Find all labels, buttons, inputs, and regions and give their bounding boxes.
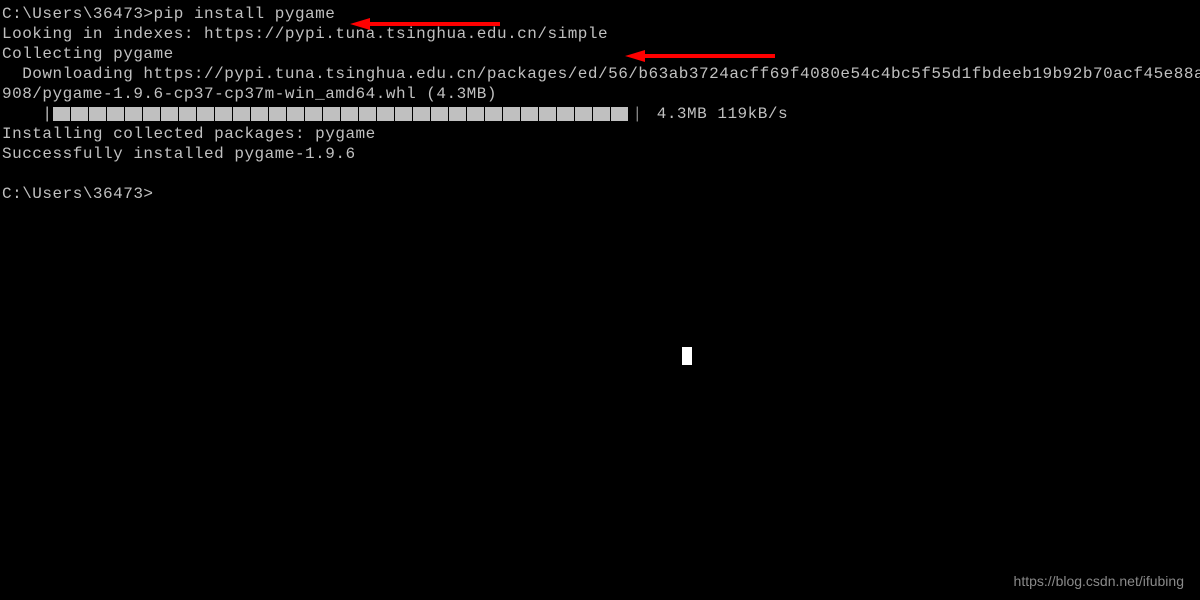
progress-block	[539, 107, 556, 121]
prompt-line-1: C:\Users\36473>pip install pygame	[2, 4, 1198, 24]
cursor-icon	[682, 347, 692, 365]
progress-block	[593, 107, 610, 121]
progress-block	[143, 107, 160, 121]
progress-block	[251, 107, 268, 121]
progress-block	[179, 107, 196, 121]
progress-block	[125, 107, 142, 121]
progress-block	[467, 107, 484, 121]
progress-block	[485, 107, 502, 121]
progress-block	[161, 107, 178, 121]
progress-block	[287, 107, 304, 121]
prompt-1: C:\Users\36473>	[2, 5, 154, 23]
prompt-line-2: C:\Users\36473>	[2, 184, 1198, 204]
progress-block	[305, 107, 322, 121]
progress-block	[269, 107, 286, 121]
progress-block	[359, 107, 376, 121]
progress-block	[197, 107, 214, 121]
collecting-line: Collecting pygame	[2, 44, 1198, 64]
progress-block	[431, 107, 448, 121]
progress-block	[575, 107, 592, 121]
download-line-2: 908/pygame-1.9.6-cp37-cp37m-win_amd64.wh…	[2, 84, 1198, 104]
progress-block	[53, 107, 70, 121]
prompt-2: C:\Users\36473>	[2, 185, 154, 203]
success-line: Successfully installed pygame-1.9.6	[2, 144, 1198, 164]
progress-block	[341, 107, 358, 121]
progress-block	[413, 107, 430, 121]
progress-block	[89, 107, 106, 121]
progress-indent: |	[2, 104, 53, 124]
progress-row: | | 4.3MB 119kB/s	[2, 104, 1198, 124]
progress-block	[503, 107, 520, 121]
progress-sep: |	[633, 104, 643, 124]
progress-block	[521, 107, 538, 121]
blank-line	[2, 164, 1198, 184]
terminal-output: C:\Users\36473>pip install pygame Lookin…	[2, 4, 1198, 204]
command-text: pip install pygame	[154, 5, 336, 23]
installing-line: Installing collected packages: pygame	[2, 124, 1198, 144]
progress-block	[233, 107, 250, 121]
progress-block	[215, 107, 232, 121]
progress-block	[323, 107, 340, 121]
progress-block	[449, 107, 466, 121]
progress-block	[71, 107, 88, 121]
progress-block	[377, 107, 394, 121]
progress-text: 4.3MB 119kB/s	[647, 104, 788, 124]
download-line-1: Downloading https://pypi.tuna.tsinghua.e…	[2, 64, 1198, 84]
progress-block	[395, 107, 412, 121]
indexes-line: Looking in indexes: https://pypi.tuna.ts…	[2, 24, 1198, 44]
progress-block	[557, 107, 574, 121]
watermark-text: https://blog.csdn.net/ifubing	[1014, 573, 1184, 591]
progress-block	[107, 107, 124, 121]
progress-bar	[53, 107, 629, 121]
progress-block	[611, 107, 628, 121]
